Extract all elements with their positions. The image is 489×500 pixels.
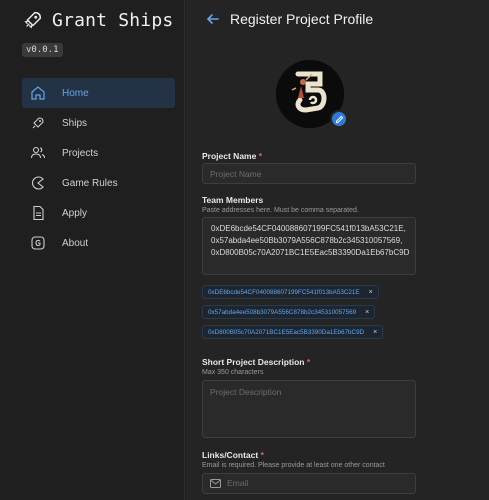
team-member-chip: 0x57abda4ee508b3079A556C878b2c3453100575… [202,305,376,319]
brand[interactable]: Grant Ships [22,9,173,31]
pacman-icon [32,176,44,190]
sidebar: Grant Ships v0.0.1 Home Ships Projects G… [0,0,185,500]
project-name-input[interactable]: Project Name [202,163,416,184]
page-header: Register Project Profile [206,11,373,27]
sidebar-item-projects[interactable]: Projects [22,138,175,168]
home-icon [31,86,45,100]
team-member-chip: 0xDE6bcde54CF040088607199FC541f013bA53C2… [202,285,379,299]
sidebar-item-label: Ships [62,117,88,129]
short-description-hint: Max 350 characters [202,369,264,376]
team-member-chip: 0xD800B05c70A2071BC1E5Eac5B3390Da1Eb67bC… [202,325,384,339]
avatar-upload[interactable] [276,60,348,128]
team-members-textarea[interactable]: 0xDE6bcde54CF040088607199FC541f013bA53C2… [202,217,416,275]
chip-remove-icon[interactable]: × [373,329,377,336]
sidebar-item-label: About [62,237,89,249]
required-marker: * [260,450,264,460]
short-description-placeholder: Project Description [210,387,282,397]
version-badge: v0.0.1 [22,43,63,57]
chip-remove-icon[interactable]: × [365,309,369,316]
page-title: Register Project Profile [230,11,374,27]
main-content: Register Project Profile Project Name * … [186,0,489,500]
sidebar-item-apply[interactable]: Apply [22,198,175,228]
links-contact-label: Links/Contact * [202,450,264,460]
sidebar-item-about[interactable]: About [22,228,175,258]
users-icon [30,146,46,159]
email-field[interactable]: Email [202,473,416,494]
required-marker: * [258,151,263,161]
sidebar-item-game-rules[interactable]: Game Rules [22,168,175,198]
app-name: Grant Ships [52,9,174,31]
short-description-textarea[interactable]: Project Description [202,380,416,438]
short-description-label-text: Short Project Description [202,357,305,367]
project-name-label: Project Name * [202,151,262,161]
sidebar-item-label: Game Rules [62,177,118,189]
team-members-line: 0x57abda4ee50Bb3079A556C878b2c3453100575… [211,236,403,245]
email-placeholder: Email [227,478,249,488]
team-members-line: 0xD800B05c70A2071BC1E5Eac5B3390Da1Eb67bC… [211,248,410,257]
team-members-label: Team Members [202,195,264,205]
short-description-label: Short Project Description * [202,357,310,367]
sidebar-item-label: Home [62,87,89,99]
team-members-line: 0xDE6bcde54CF040088607199FC541f013bA53C2… [211,224,406,233]
pencil-icon [335,115,343,123]
sidebar-nav: Home Ships Projects Game Rules Apply Abo… [22,78,175,258]
team-members-hint: Paste addresses here. Must be comma sepa… [202,207,359,214]
sidebar-item-label: Apply [62,207,88,219]
project-name-placeholder: Project Name [210,169,262,179]
links-contact-label-text: Links/Contact [202,450,259,460]
rocket-icon [32,117,44,129]
chip-label: 0x57abda4ee508b3079A556C878b2c3453100575… [208,308,357,316]
sidebar-item-label: Projects [62,147,99,159]
project-name-label-text: Project Name [202,151,257,161]
required-marker: * [306,357,311,367]
chip-remove-icon[interactable]: × [369,289,373,296]
chip-label: 0xDE6bcde54CF040088607199FC541f013bA53C2… [208,288,360,296]
info-icon [31,236,45,250]
sidebar-item-home[interactable]: Home [22,78,175,108]
file-text-icon [33,205,44,221]
chip-label: 0xD800B05c70A2071BC1E5Eac5B3390Da1Eb67bC… [208,328,365,336]
links-contact-hint: Email is required. Please provide at lea… [202,462,385,469]
sidebar-item-ships[interactable]: Ships [22,108,175,138]
arrow-left-icon[interactable] [206,12,220,26]
edit-avatar-button[interactable] [330,110,348,128]
mail-icon [210,478,221,488]
rocket-logo-icon [24,11,42,29]
